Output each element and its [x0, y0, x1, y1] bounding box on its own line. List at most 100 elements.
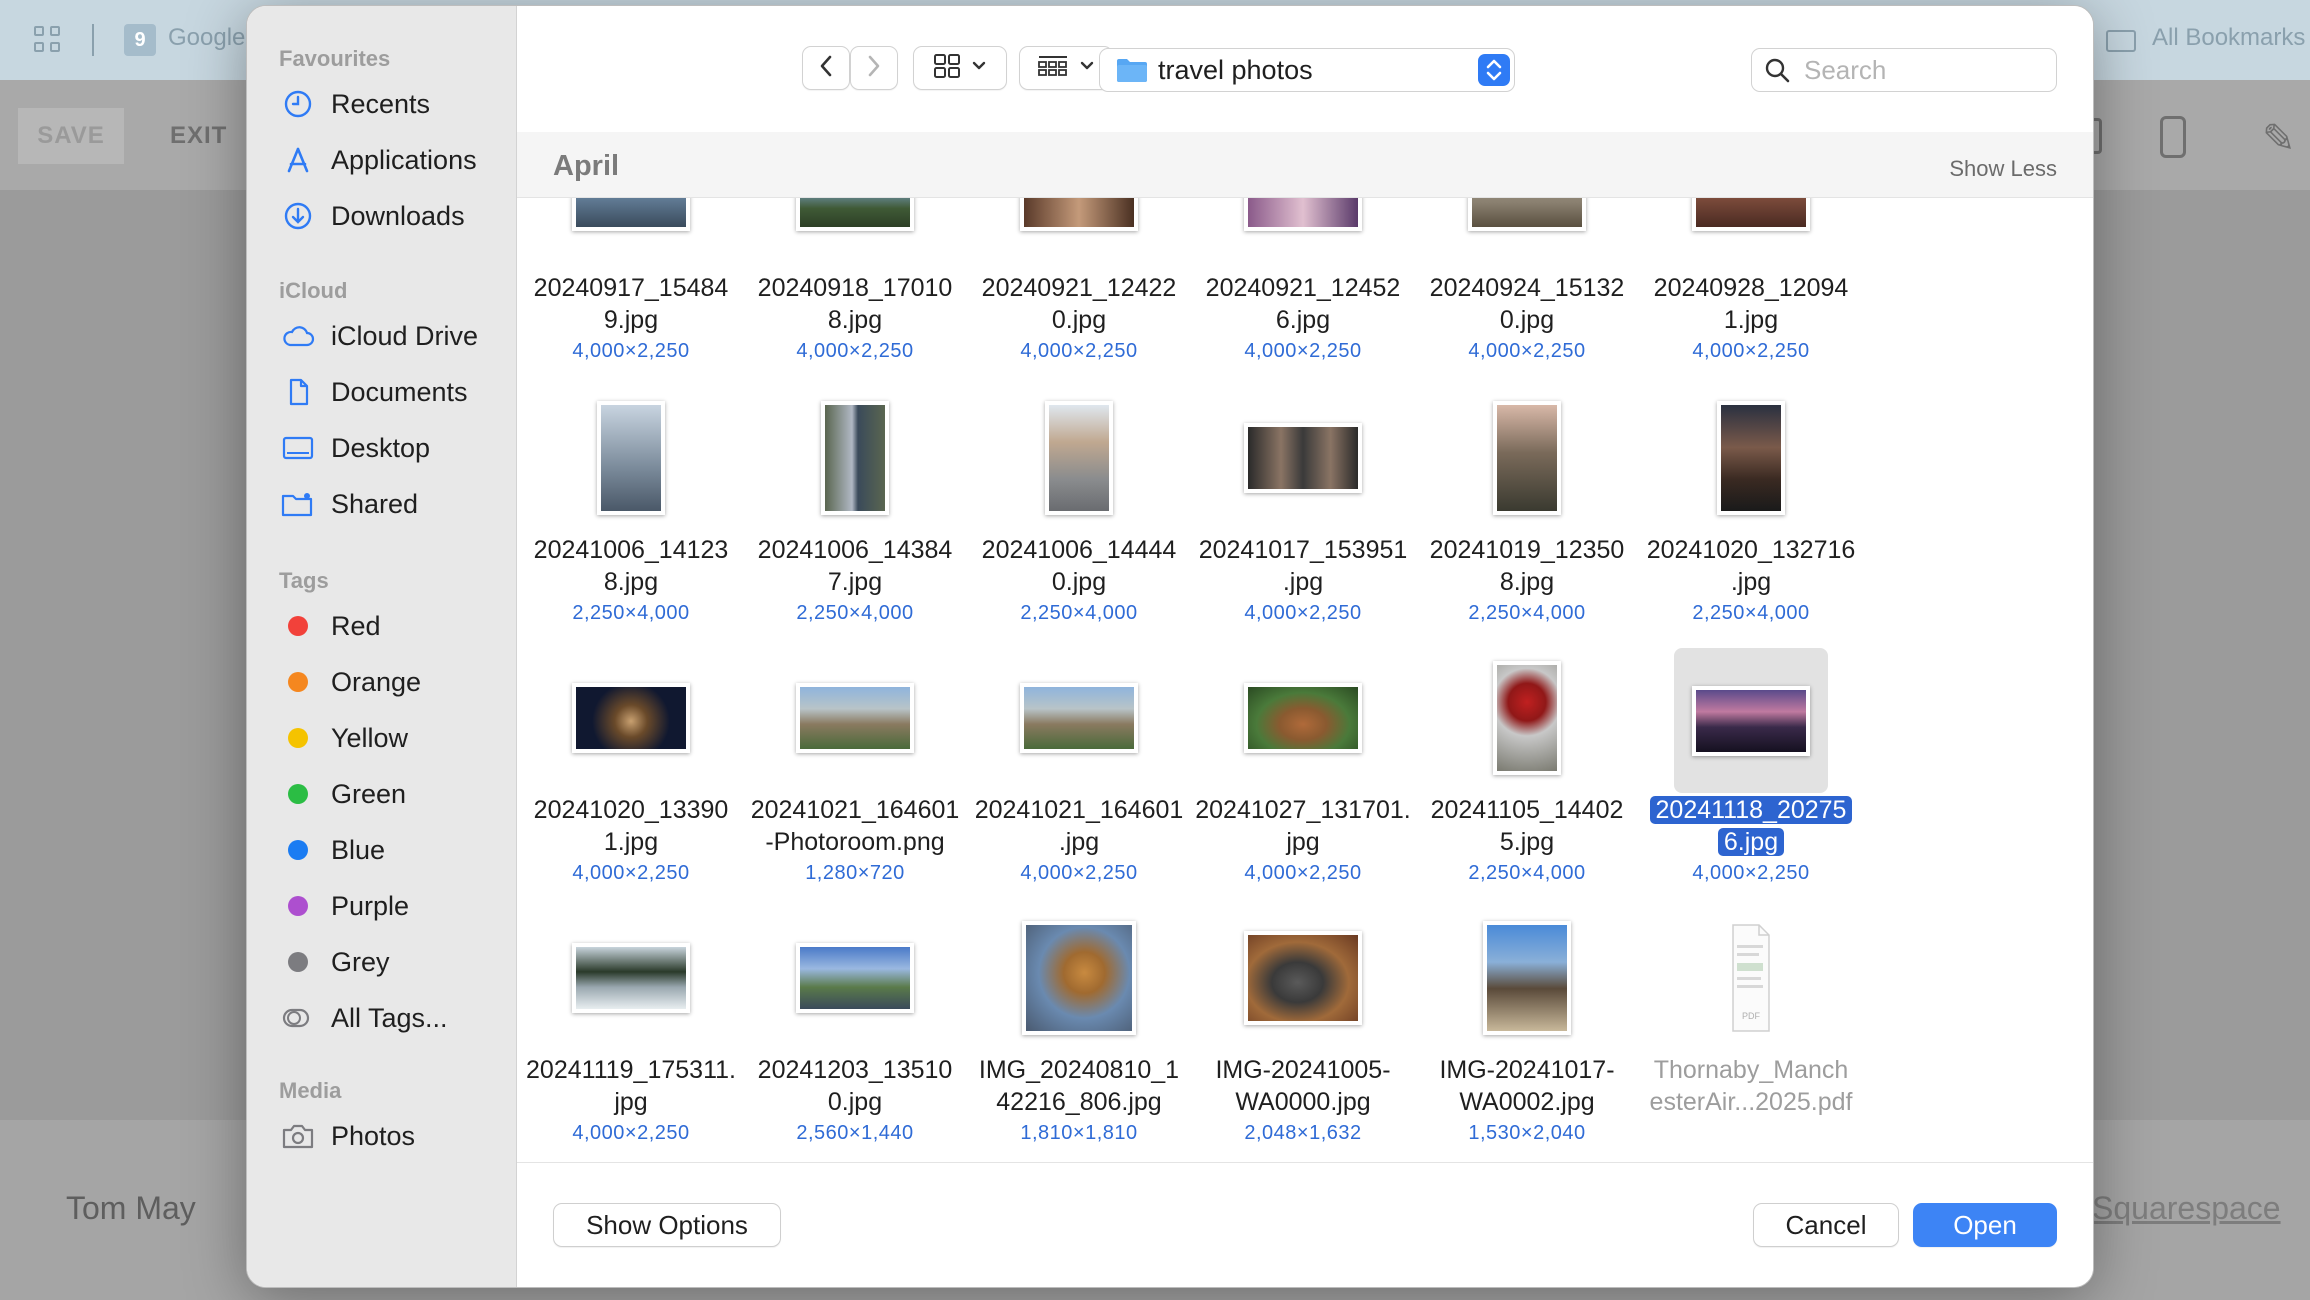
file-name: 20240917_15484 9.jpg	[533, 274, 729, 334]
file-dimensions: 4,000×2,250	[572, 862, 690, 884]
image-thumbnail	[796, 198, 914, 231]
footer-squarespace-link[interactable]: Squarespace	[2092, 1190, 2281, 1227]
image-thumbnail	[1244, 683, 1362, 753]
grey-tag-dot	[288, 952, 308, 972]
group-icon	[1037, 54, 1069, 83]
desktop-icon	[281, 431, 315, 465]
file-name: 20241019_12350 8.jpg	[1429, 536, 1625, 596]
image-thumbnail	[572, 943, 690, 1013]
sidebar-tag-grey[interactable]: Grey	[281, 942, 390, 982]
apps-grid-icon[interactable]	[34, 26, 62, 54]
dialog-sidebar: Favourites Recents Applications Download…	[247, 6, 517, 1287]
bookmark-google[interactable]: Google	[168, 24, 245, 52]
clock-icon	[281, 87, 315, 121]
sidebar-tag-blue[interactable]: Blue	[281, 830, 385, 870]
sidebar-item-icloud-drive[interactable]: iCloud Drive	[281, 316, 478, 356]
cancel-button[interactable]: Cancel	[1753, 1203, 1899, 1247]
file-name: IMG_20240810_1 42216_806.jpg	[978, 1056, 1180, 1116]
shared-folder-icon	[281, 487, 315, 521]
location-popup[interactable]: travel photos	[1099, 48, 1515, 92]
file-name: 20241017_153951 .jpg	[1198, 536, 1408, 596]
file-dimensions: 1,280×720	[805, 862, 905, 884]
image-thumbnail	[1244, 198, 1362, 231]
open-button[interactable]: Open	[1913, 1203, 2057, 1247]
sidebar-all-tags[interactable]: All Tags...	[281, 998, 448, 1038]
sidebar-tag-purple[interactable]: Purple	[281, 886, 409, 926]
file-dimensions: 4,000×2,250	[1244, 602, 1362, 624]
file-dimensions: 2,250×4,000	[1020, 602, 1138, 624]
file-name: 20241021_164601 .jpg	[974, 796, 1184, 856]
search-input[interactable]	[1802, 53, 2036, 87]
sidebar-item-photos[interactable]: Photos	[281, 1116, 415, 1156]
all-bookmarks-link[interactable]: All Bookmarks	[2152, 24, 2305, 52]
file-name: IMG-20241017- WA0002.jpg	[1439, 1056, 1615, 1116]
sidebar-section-media: Media	[279, 1078, 342, 1103]
image-thumbnail	[821, 401, 889, 515]
file-dimensions: 4,000×2,250	[796, 340, 914, 362]
file-dimensions: 4,000×2,250	[1020, 340, 1138, 362]
camera-icon	[281, 1119, 315, 1153]
file-dimensions: 4,000×2,250	[1692, 862, 1810, 884]
applications-icon	[281, 143, 315, 177]
file-dimensions: 1,810×1,810	[1020, 1122, 1138, 1144]
sidebar-item-label: Purple	[331, 890, 410, 921]
chevron-down-icon	[1079, 59, 1095, 77]
back-button[interactable]	[802, 46, 850, 90]
phone-preview-icon[interactable]	[2160, 116, 2186, 158]
show-less-button[interactable]: Show Less	[1949, 156, 2057, 182]
chevron-down-icon	[971, 59, 987, 77]
sidebar-tag-red[interactable]: Red	[281, 606, 381, 646]
file-name: 20241119_175311. jpg	[526, 1056, 736, 1116]
image-thumbnail	[796, 943, 914, 1013]
cloud-icon	[281, 319, 315, 353]
design-brush-icon[interactable]: ✎	[2262, 116, 2296, 162]
file-dimensions: 4,000×2,250	[572, 340, 690, 362]
file-name: 20241105_14402 5.jpg	[1430, 796, 1624, 856]
folder-icon	[2106, 30, 2136, 52]
bookmarks-divider	[92, 24, 94, 56]
dialog-footer: Show Options Cancel Open	[517, 1162, 2093, 1287]
sidebar-item-shared[interactable]: Shared	[281, 484, 418, 524]
image-thumbnail	[572, 683, 690, 753]
image-thumbnail	[1483, 921, 1571, 1035]
file-dimensions: 1,530×2,040	[1468, 1122, 1586, 1144]
sidebar-item-desktop[interactable]: Desktop	[281, 428, 430, 468]
search-field[interactable]	[1751, 48, 2057, 92]
file-name: 20240921_12452 6.jpg	[1205, 274, 1401, 334]
exit-button[interactable]: EXIT	[170, 122, 227, 150]
sidebar-item-documents[interactable]: Documents	[281, 372, 468, 412]
sidebar-item-label: iCloud Drive	[331, 320, 479, 351]
sidebar-item-recents[interactable]: Recents	[281, 84, 430, 124]
sidebar-item-label: Downloads	[331, 200, 465, 231]
search-icon	[1764, 57, 1790, 83]
show-options-button[interactable]: Show Options	[553, 1203, 781, 1247]
view-mode-button[interactable]	[913, 46, 1007, 90]
file-dimensions: 4,000×2,250	[1244, 340, 1362, 362]
file-dimensions: 2,250×4,000	[1692, 602, 1810, 624]
sidebar-tag-yellow[interactable]: Yellow	[281, 718, 408, 758]
file-dimensions: 4,000×2,250	[1020, 862, 1138, 884]
document-icon	[281, 375, 315, 409]
file-name: 20240918_17010 8.jpg	[757, 274, 953, 334]
sidebar-section-icloud: iCloud	[279, 278, 348, 303]
sidebar-item-applications[interactable]: Applications	[281, 140, 477, 180]
file-dimensions: 2,048×1,632	[1244, 1122, 1362, 1144]
sidebar-item-label: Yellow	[331, 722, 409, 753]
file-name: 20241006_14384 7.jpg	[757, 536, 953, 596]
save-button[interactable]: SAVE	[18, 108, 124, 164]
file-name: 20240921_12422 0.jpg	[981, 274, 1177, 334]
forward-button[interactable]	[850, 46, 898, 90]
file-dimensions: 2,250×4,000	[796, 602, 914, 624]
sidebar-item-downloads[interactable]: Downloads	[281, 196, 465, 236]
file-name: 20241203_13510 0.jpg	[757, 1056, 953, 1116]
image-thumbnail	[796, 683, 914, 753]
file-name: 20241027_131701. jpg	[1195, 796, 1411, 856]
image-thumbnail	[1020, 198, 1138, 231]
file-name: 20240928_12094 1.jpg	[1653, 274, 1849, 334]
sidebar-tag-green[interactable]: Green	[281, 774, 406, 814]
sidebar-tag-orange[interactable]: Orange	[281, 662, 421, 702]
file-dimensions: 2,560×1,440	[796, 1122, 914, 1144]
file-name: 20241020_13390 1.jpg	[533, 796, 729, 856]
image-thumbnail	[1468, 198, 1586, 231]
sidebar-item-label: Red	[331, 610, 381, 641]
